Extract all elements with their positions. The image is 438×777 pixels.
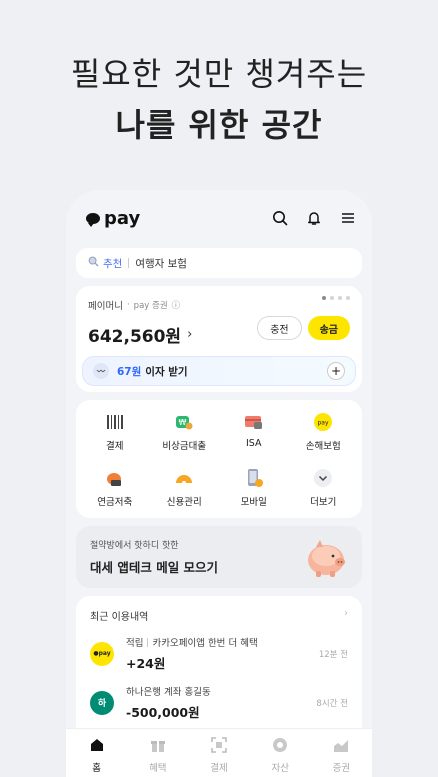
tx-time: 12분 전 — [318, 649, 348, 660]
tab-payment[interactable]: 결제 — [188, 729, 249, 777]
chevron-down-icon — [313, 468, 333, 488]
service-pension[interactable]: 연금저축 — [80, 468, 150, 508]
tx-description: 카카오페이앱 한번 더 혜택 — [152, 638, 258, 649]
service-label: 모바일 — [240, 497, 267, 508]
balance-amount: 642,560원 — [88, 327, 182, 347]
kakaopay-logo[interactable]: pay — [86, 208, 140, 229]
service-payment[interactable]: 결제 — [80, 412, 150, 452]
service-label: 결제 — [106, 441, 124, 452]
stock-icon — [333, 737, 349, 756]
svg-text:₩: ₩ — [179, 418, 187, 427]
barcode-icon — [105, 412, 125, 432]
promo-headline: 필요한 것만 챙겨주는 나를 위한 공간 — [0, 52, 438, 150]
pay-money-card: 페이머니 · pay 증권 ⓘ 642,560원 › 충전 송금 〰 67원 이… — [76, 286, 362, 392]
asset-icon — [272, 737, 288, 756]
isa-card-icon — [244, 412, 264, 432]
money-sub-brand: pay 증권 — [133, 301, 168, 311]
tab-stocks[interactable]: 증권 — [311, 729, 372, 777]
search-bar[interactable]: 추천 여행자 보험 — [76, 248, 362, 278]
send-button[interactable]: 송금 — [307, 316, 350, 340]
tab-benefits[interactable]: 혜택 — [127, 729, 188, 777]
info-icon[interactable]: ⓘ — [172, 299, 181, 311]
service-label: 연금저축 — [97, 497, 133, 508]
tab-home[interactable]: 홈 — [66, 729, 127, 777]
scan-icon — [211, 737, 227, 756]
search-icon[interactable] — [272, 210, 288, 226]
tx-amount: +24원 — [126, 656, 166, 671]
kakaopay-icon: ●pay — [90, 641, 114, 666]
tx-category: 적립 — [126, 638, 144, 649]
list-item[interactable]: 하 하나은행 계좌 홍길동 -500,000원 8시간 전 — [90, 684, 348, 721]
money-label: 페이머니 — [88, 301, 123, 312]
bell-icon[interactable] — [306, 210, 322, 226]
service-emergency-loan[interactable]: ₩ 비상금대출 — [150, 412, 220, 452]
menu-icon[interactable] — [340, 210, 356, 226]
service-credit[interactable]: 신용관리 — [150, 468, 220, 508]
promo-banner[interactable]: 절약방에서 핫하디 핫한 대세 앱테크 메일 모으기 — [76, 526, 362, 588]
charge-button[interactable]: 충전 — [257, 316, 302, 340]
service-mobile[interactable]: 모바일 — [219, 468, 289, 508]
tab-label: 홈 — [92, 763, 101, 774]
phone-screen: pay 추천 여행자 보험 페이머니 · pay 증권 ⓘ 642,560원 ›… — [66, 190, 372, 777]
hana-bank-icon: 하 — [90, 690, 114, 715]
pension-icon — [105, 468, 125, 488]
svg-text:pay: pay — [318, 420, 329, 427]
headline-line1: 필요한 것만 챙겨주는 — [70, 55, 368, 93]
search-tag: 추천 — [103, 257, 123, 270]
service-insurance[interactable]: pay 손해보험 — [289, 412, 359, 452]
interest-banner[interactable]: 〰 67원 이자 받기 + — [82, 356, 356, 386]
tab-label: 자산 — [271, 763, 289, 774]
insurance-icon: pay — [313, 412, 333, 432]
search-small-icon — [88, 256, 99, 270]
search-query: 여행자 보험 — [135, 257, 187, 270]
tab-label: 증권 — [332, 763, 351, 774]
mobile-icon — [244, 468, 264, 488]
chevron-right-icon[interactable]: › — [344, 608, 348, 623]
interest-amount: 67원 — [117, 365, 142, 378]
headline-line2: 나를 위한 공간 — [115, 106, 323, 144]
service-label: 더보기 — [310, 497, 337, 508]
service-isa[interactable]: ISA — [219, 412, 289, 452]
list-item[interactable]: ●pay 적립 카카오페이앱 한번 더 혜택 +24원 12분 전 — [90, 635, 348, 672]
loan-icon: ₩ — [174, 412, 194, 432]
service-grid: 결제 ₩ 비상금대출 ISA pay 손해보험 연금저축 신용관리 모바일 더보… — [76, 400, 362, 518]
recent-title: 최근 이용내역 — [90, 612, 149, 623]
service-more[interactable]: 더보기 — [289, 468, 359, 508]
talk-bubble-icon — [86, 212, 100, 227]
logo-text: pay — [104, 207, 141, 229]
tab-label: 결제 — [210, 763, 228, 774]
bottom-tab-bar: 홈 혜택 결제 자산 증권 — [66, 728, 372, 777]
chevron-right-icon: › — [187, 327, 193, 342]
interest-text: 이자 받기 — [145, 365, 188, 378]
tab-assets[interactable]: 자산 — [250, 729, 311, 777]
home-icon — [89, 737, 105, 756]
piggy-bank-icon — [302, 534, 350, 584]
tx-time: 8시간 전 — [316, 698, 348, 709]
service-label: ISA — [245, 438, 262, 449]
carousel-dots — [322, 296, 350, 300]
service-label: 손해보험 — [305, 441, 341, 452]
wave-icon: 〰 — [93, 363, 109, 379]
tx-description: 하나은행 계좌 홍길동 — [126, 687, 211, 698]
service-label: 비상금대출 — [162, 441, 207, 452]
credit-icon — [174, 468, 194, 488]
service-label: 신용관리 — [166, 497, 202, 508]
plus-icon[interactable]: + — [327, 362, 345, 380]
app-topbar: pay — [66, 190, 372, 246]
tx-amount: -500,000원 — [126, 705, 200, 720]
tab-label: 혜택 — [149, 763, 167, 774]
gift-icon — [150, 737, 166, 756]
